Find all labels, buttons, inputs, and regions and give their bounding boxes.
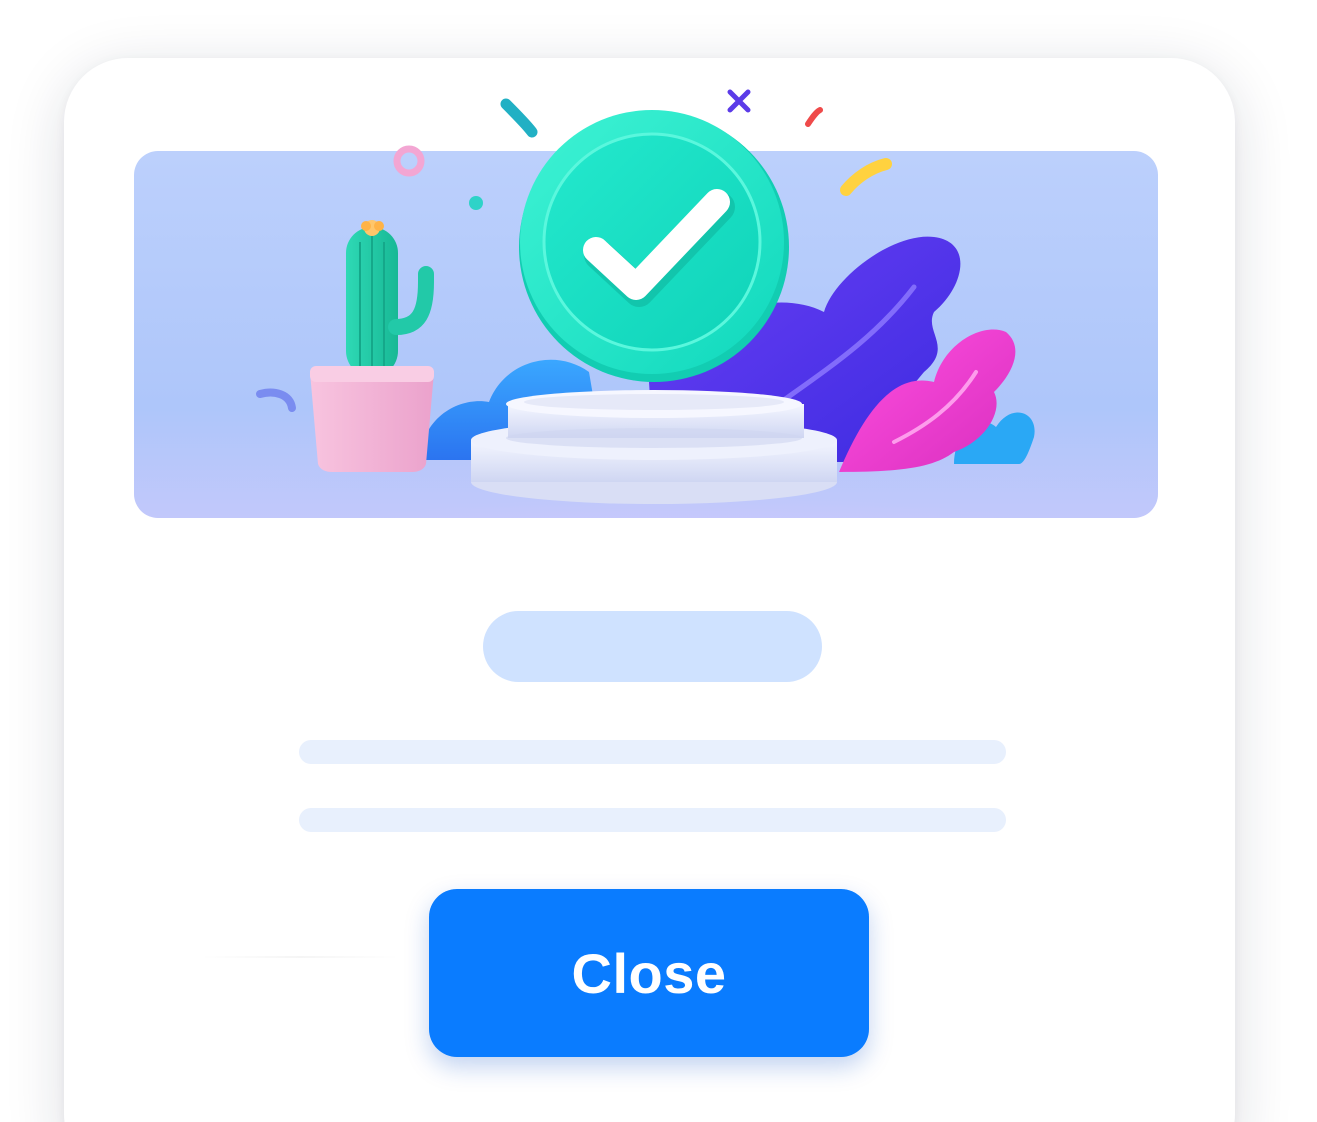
text-skeleton-line (299, 740, 1006, 764)
confetti-drop (500, 98, 538, 138)
confetti-dot (469, 196, 483, 210)
text-skeleton-line (299, 808, 1006, 832)
screen: Close (0, 0, 1317, 1122)
success-illustration-svg (134, 89, 1158, 518)
success-dialog: Close (64, 58, 1235, 1122)
flower-pot (310, 372, 434, 472)
close-button[interactable]: Close (429, 889, 869, 1057)
success-illustration (134, 82, 1158, 518)
confetti-red (805, 107, 823, 127)
divider (200, 956, 400, 958)
confetti-cross (727, 89, 751, 113)
title-skeleton (483, 611, 822, 682)
